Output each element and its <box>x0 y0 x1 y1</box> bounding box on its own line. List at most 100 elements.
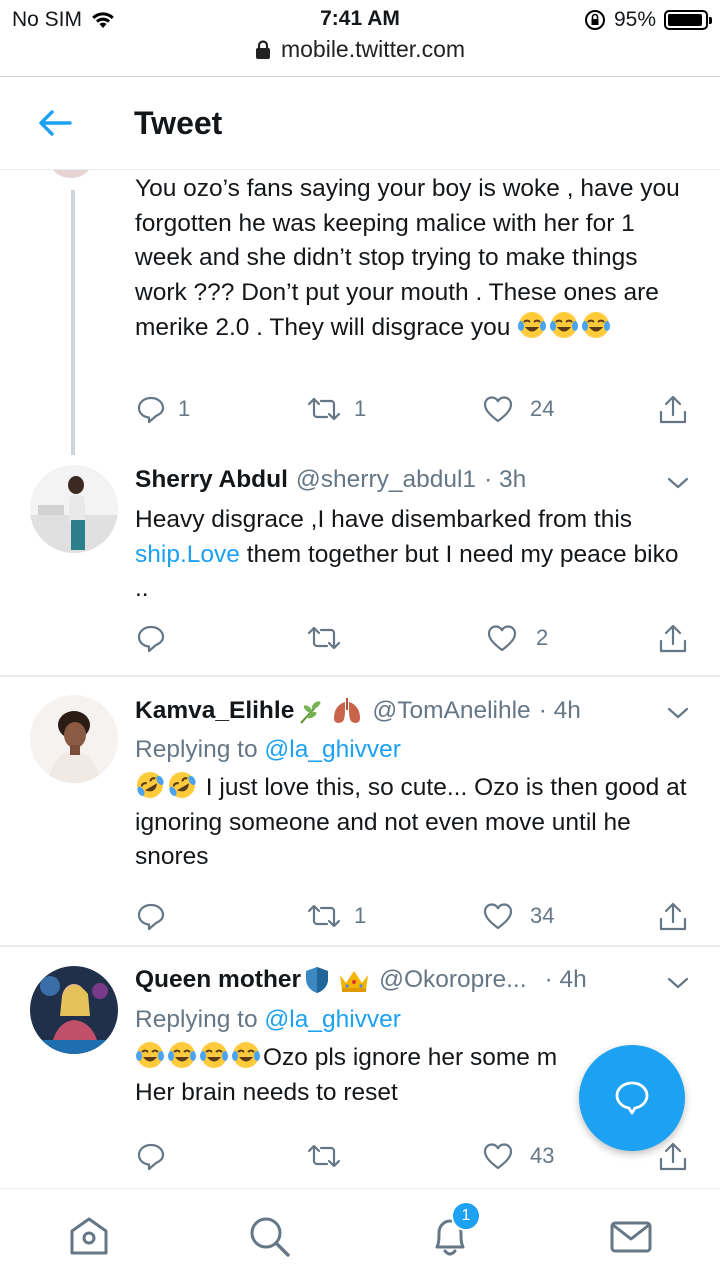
face-with-tears-of-joy-icon <box>518 312 547 339</box>
heart-icon <box>483 1143 513 1170</box>
face-with-tears-of-joy-icon <box>232 1042 260 1068</box>
like-count: 2 <box>536 625 549 650</box>
tweet-text: I just love this, so cute... Ozo is then… <box>135 770 695 875</box>
reply-count: 1 <box>178 396 191 421</box>
like-button[interactable]: 24 <box>482 394 554 424</box>
herb-icon <box>300 701 322 724</box>
compose-reply-button[interactable] <box>579 1045 685 1151</box>
heart-icon <box>483 396 513 423</box>
replying-to-handle[interactable]: @la_ghivver <box>264 1006 401 1033</box>
speech-bubble-icon <box>615 1081 649 1115</box>
retweet-icon <box>307 904 341 928</box>
author-name[interactable]: Queen mother <box>135 966 301 994</box>
avatar-image <box>30 966 118 1054</box>
avatar[interactable] <box>30 966 118 1054</box>
replying-to-handle[interactable]: @la_ghivver <box>264 736 401 763</box>
url-text: mobile.twitter.com <box>280 36 466 62</box>
retweet-count: 1 <box>354 396 367 421</box>
author-name[interactable]: Sherry Abdul <box>135 466 288 494</box>
tweet-actions: 1 1 24 <box>0 394 720 430</box>
avatar-image <box>30 695 118 783</box>
tweet-actions: 1 34 <box>0 901 720 937</box>
face-with-tears-of-joy-icon <box>168 1042 196 1068</box>
status-right: 95% <box>584 8 712 32</box>
author-handle[interactable]: @TomAnelihle <box>372 697 530 725</box>
reply-icon <box>137 903 165 931</box>
like-count: 24 <box>530 396 555 421</box>
reply-icon <box>137 625 165 653</box>
retweet-icon <box>307 397 341 421</box>
share-button[interactable] <box>658 901 688 933</box>
search-icon[interactable] <box>244 1211 294 1261</box>
back-arrow-icon[interactable] <box>34 105 76 141</box>
share-icon <box>659 624 687 653</box>
avatar-partial <box>48 170 94 178</box>
tweet-meta: Kamva_Elihle @TomAnelihle · 4h <box>135 696 581 726</box>
battery-icon <box>664 10 712 30</box>
status-bar: No SIM 7:41 AM 95% <box>0 0 720 40</box>
tweet-time[interactable]: · 3h <box>484 466 526 494</box>
tweet-meta: Queen mother @Okoropre... · 4h <box>135 965 587 995</box>
url-bar[interactable]: mobile.twitter.com <box>0 36 720 63</box>
like-count: 43 <box>530 1143 555 1168</box>
tweet-item[interactable]: You ozo’s fans saying your boy is woke ,… <box>0 170 720 455</box>
author-handle[interactable]: @sherry_abdul1 <box>296 466 476 494</box>
like-button[interactable]: 43 <box>482 1141 554 1171</box>
retweet-button[interactable]: 1 <box>306 394 366 424</box>
lock-icon <box>255 39 270 59</box>
retweet-icon <box>307 1144 341 1168</box>
retweet-button[interactable]: 1 <box>306 901 366 931</box>
tweet-time[interactable]: · 4h <box>539 697 581 725</box>
share-button[interactable] <box>658 623 688 655</box>
face-with-tears-of-joy-icon <box>136 1042 164 1068</box>
share-button[interactable] <box>658 394 688 426</box>
reply-icon <box>137 1143 165 1171</box>
tweet-text-line: Ozo pls ignore her some m <box>135 1040 605 1076</box>
chevron-down-icon[interactable] <box>666 975 690 991</box>
heart-icon <box>483 903 513 930</box>
tweet-item[interactable]: Kamva_Elihle @TomAnelihle · 4h Replying … <box>0 677 720 947</box>
like-button[interactable]: 2 <box>486 623 548 653</box>
notification-badge: 1 <box>451 1201 481 1231</box>
battery-level <box>668 14 703 26</box>
avatar[interactable] <box>30 695 118 783</box>
avatar-image <box>30 465 118 553</box>
orientation-lock-icon <box>584 10 605 30</box>
tweet-text: You ozo’s fans saying your boy is woke ,… <box>135 175 680 342</box>
share-icon <box>659 902 687 931</box>
author-handle[interactable]: @Okoropre... <box>379 966 526 994</box>
share-button[interactable] <box>658 1141 688 1173</box>
page-header: Tweet <box>0 77 720 170</box>
shield-icon <box>306 967 329 993</box>
chevron-down-icon[interactable] <box>666 475 690 491</box>
rolling-on-floor-laughing-icon <box>169 772 196 798</box>
messages-icon[interactable] <box>606 1211 656 1261</box>
tweet-item[interactable]: Sherry Abdul @sherry_abdul1 · 3h Heavy d… <box>0 455 720 675</box>
reply-button[interactable]: 1 <box>136 394 190 424</box>
crown-icon <box>340 971 369 992</box>
home-icon[interactable] <box>64 1211 114 1261</box>
share-icon <box>659 1142 687 1171</box>
tweet-time[interactable]: · 4h <box>545 966 587 994</box>
replying-to: Replying to @la_ghivver <box>135 1006 401 1033</box>
face-with-tears-of-joy-icon <box>550 312 579 339</box>
tweet-actions: 2 <box>0 623 720 659</box>
tweet-text: Heavy disgrace ,I have disembarked from … <box>135 506 679 603</box>
lungs-icon <box>334 698 361 723</box>
retweet-button[interactable] <box>306 623 354 653</box>
tweet-link[interactable]: ship.Love <box>135 541 240 568</box>
avatar[interactable] <box>30 465 118 553</box>
reply-button[interactable] <box>136 623 178 653</box>
reply-button[interactable] <box>136 1141 178 1171</box>
face-with-tears-of-joy-icon <box>582 312 611 339</box>
retweet-icon <box>307 626 341 650</box>
battery-percent: 95% <box>613 8 656 31</box>
bottom-nav <box>0 1188 720 1280</box>
reply-button[interactable] <box>136 901 178 931</box>
like-button[interactable]: 34 <box>482 901 554 931</box>
tweet-list: You ozo’s fans saying your boy is woke ,… <box>0 170 720 1188</box>
chevron-down-icon[interactable] <box>666 705 690 721</box>
retweet-button[interactable] <box>306 1141 354 1171</box>
author-name[interactable]: Kamva_Elihle <box>135 697 294 725</box>
reply-icon <box>137 396 165 424</box>
